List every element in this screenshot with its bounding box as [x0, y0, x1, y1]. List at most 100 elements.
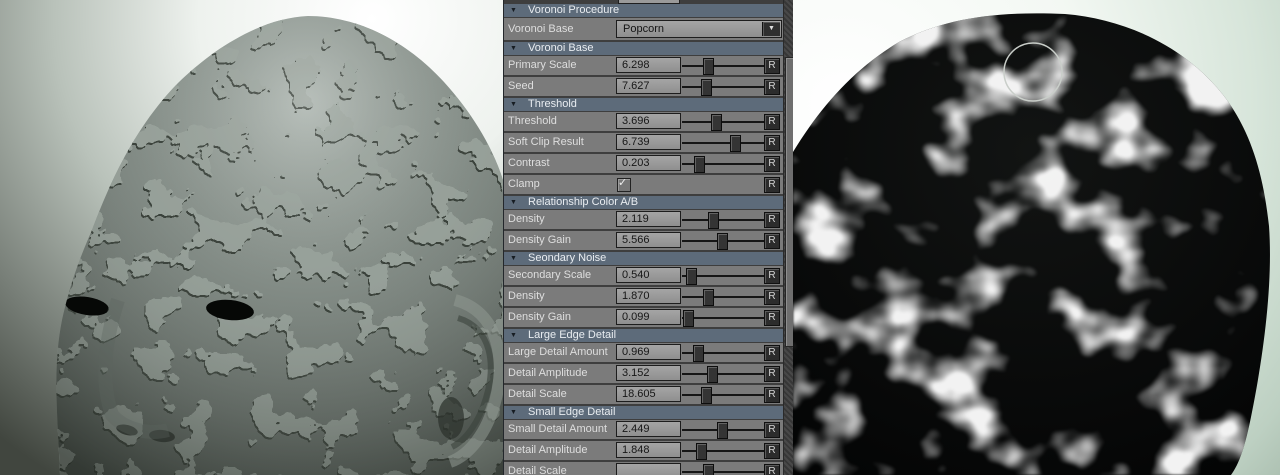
reset-button[interactable]: R — [764, 310, 780, 326]
slider-track[interactable] — [682, 142, 764, 144]
slider[interactable] — [682, 266, 764, 285]
slider-track[interactable] — [682, 296, 764, 298]
value-field[interactable]: 5.566 — [616, 232, 681, 248]
voronoi-base-dropdown[interactable]: Popcorn ▼ — [616, 20, 782, 38]
slider[interactable] — [682, 364, 764, 383]
slider-track[interactable] — [682, 373, 764, 375]
reset-button[interactable]: R — [764, 345, 780, 361]
slider-handle[interactable] — [696, 443, 707, 460]
value-field[interactable]: 1.870 — [616, 288, 681, 304]
slider[interactable] — [682, 210, 764, 229]
slider[interactable] — [682, 343, 764, 362]
section-header-secondary-noise[interactable]: ▼ Seondary Noise — [504, 252, 784, 265]
value-field[interactable]: 0.099 — [616, 309, 681, 325]
reset-button[interactable]: R — [764, 58, 780, 74]
row-voronoi-base: Voronoi Base Popcorn ▼ — [504, 18, 784, 40]
value-field[interactable]: 2.119 — [616, 211, 681, 227]
slider[interactable] — [682, 112, 764, 131]
slider-handle[interactable] — [703, 58, 714, 75]
reset-button[interactable]: R — [764, 114, 780, 130]
slider-track[interactable] — [682, 471, 764, 473]
reset-button[interactable]: R — [764, 135, 780, 151]
reset-button[interactable]: R — [764, 212, 780, 228]
reset-button[interactable]: R — [764, 156, 780, 172]
value-field[interactable]: 6.298 — [616, 57, 681, 73]
slider-track[interactable] — [682, 65, 764, 67]
row-clamp: Clamp ✓ R — [504, 175, 784, 194]
slider-track[interactable] — [682, 219, 764, 221]
panel-scrollbar[interactable] — [783, 0, 793, 475]
reset-button[interactable]: R — [764, 366, 780, 382]
slider-track[interactable] — [682, 86, 764, 88]
section-header-small-edge-detail[interactable]: ▼ Small Edge Detail — [504, 406, 784, 419]
value-field[interactable]: 0.203 — [616, 155, 681, 171]
section-header-relationship-color[interactable]: ▼ Relationship Color A/B — [504, 196, 784, 209]
row-detail-amplitude-large: Detail Amplitude 3.152 R — [504, 364, 784, 383]
value-field[interactable]: 1.848 — [616, 442, 681, 458]
value-field[interactable] — [616, 463, 681, 475]
slider-handle[interactable] — [701, 79, 712, 96]
clamp-checkbox[interactable]: ✓ — [617, 178, 631, 192]
slider[interactable] — [682, 133, 764, 152]
slider-track[interactable] — [682, 450, 764, 452]
slider[interactable] — [682, 231, 764, 250]
viewport-texture-preview-3d[interactable] — [793, 0, 1280, 475]
reset-button[interactable]: R — [764, 268, 780, 284]
reset-button[interactable]: R — [764, 289, 780, 305]
slider-handle[interactable] — [708, 212, 719, 229]
slider-handle[interactable] — [703, 464, 714, 475]
row-threshold: Threshold 3.696 R — [504, 112, 784, 131]
slider-track[interactable] — [682, 317, 764, 319]
slider[interactable] — [682, 385, 764, 404]
application-window: ▼ Voronoi Procedure Voronoi Base Popcorn… — [0, 0, 1280, 475]
reset-button[interactable]: R — [764, 443, 780, 459]
slider[interactable] — [682, 56, 764, 75]
value-field[interactable]: 0.540 — [616, 267, 681, 283]
reset-button[interactable]: R — [764, 233, 780, 249]
value-field[interactable]: 7.627 — [616, 78, 681, 94]
section-header-threshold[interactable]: ▼ Threshold — [504, 98, 784, 111]
slider-handle[interactable] — [683, 310, 694, 327]
value-field[interactable]: 3.696 — [616, 113, 681, 129]
slider-handle[interactable] — [717, 233, 728, 250]
slider-handle[interactable] — [711, 114, 722, 131]
reset-button[interactable]: R — [764, 387, 780, 403]
value-field[interactable]: 0.969 — [616, 344, 681, 360]
value-field[interactable]: 3.152 — [616, 365, 681, 381]
slider-track[interactable] — [682, 121, 764, 123]
value-field[interactable]: 18.605 — [616, 386, 681, 402]
clipped-row-top — [504, 0, 784, 3]
reset-button[interactable]: R — [764, 177, 780, 193]
reset-button[interactable]: R — [764, 464, 780, 475]
collapse-arrow-icon: ▼ — [510, 98, 517, 111]
slider[interactable] — [682, 420, 764, 439]
slider[interactable] — [682, 308, 764, 327]
value-field[interactable]: 2.449 — [616, 421, 681, 437]
slider-handle[interactable] — [693, 345, 704, 362]
reset-button[interactable]: R — [764, 422, 780, 438]
slider[interactable] — [682, 462, 764, 475]
slider-handle[interactable] — [717, 422, 728, 439]
slider-handle[interactable] — [703, 289, 714, 306]
slider-track[interactable] — [682, 394, 764, 396]
slider-handle[interactable] — [686, 268, 697, 285]
slider[interactable] — [682, 77, 764, 96]
panel-scrollbar-thumb[interactable] — [785, 57, 793, 347]
slider-handle[interactable] — [730, 135, 741, 152]
slider[interactable] — [682, 154, 764, 173]
reset-button[interactable]: R — [764, 79, 780, 95]
section-header-voronoi-procedure[interactable]: ▼ Voronoi Procedure — [504, 4, 784, 17]
dropdown-arrow-icon[interactable]: ▼ — [762, 22, 780, 36]
collapse-arrow-icon: ▼ — [510, 252, 517, 265]
section-header-large-edge-detail[interactable]: ▼ Large Edge Detail — [504, 329, 784, 342]
value-field[interactable]: 6.739 — [616, 134, 681, 150]
viewport-sculpt-3d[interactable] — [0, 0, 503, 475]
section-title: Threshold — [528, 98, 577, 111]
slider-handle[interactable] — [701, 387, 712, 404]
section-header-voronoi-base[interactable]: ▼ Voronoi Base — [504, 42, 784, 55]
slider[interactable] — [682, 441, 764, 460]
slider-handle[interactable] — [694, 156, 705, 173]
slider[interactable] — [682, 287, 764, 306]
row-density-ab: Density 2.119 R — [504, 210, 784, 229]
slider-handle[interactable] — [707, 366, 718, 383]
